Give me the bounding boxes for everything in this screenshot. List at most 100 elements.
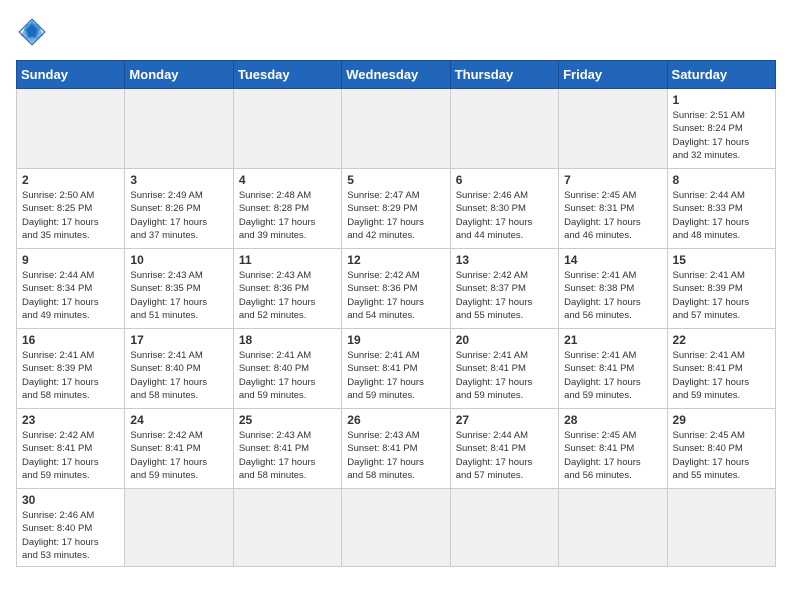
calendar-day-cell: 12 Sunrise: 2:42 AM Sunset: 8:36 PM Dayli… <box>342 249 450 329</box>
day-number: 3 <box>130 173 227 187</box>
day-number: 6 <box>456 173 553 187</box>
day-info: Sunrise: 2:45 AM Sunset: 8:31 PM Dayligh… <box>564 189 661 242</box>
day-number: 28 <box>564 413 661 427</box>
day-number: 14 <box>564 253 661 267</box>
day-header-friday: Friday <box>559 61 667 89</box>
day-number: 10 <box>130 253 227 267</box>
day-number: 12 <box>347 253 444 267</box>
calendar-day-cell: 4 Sunrise: 2:48 AM Sunset: 8:28 PM Daylig… <box>233 169 341 249</box>
day-number: 4 <box>239 173 336 187</box>
day-info: Sunrise: 2:46 AM Sunset: 8:40 PM Dayligh… <box>22 509 119 562</box>
day-info: Sunrise: 2:48 AM Sunset: 8:28 PM Dayligh… <box>239 189 336 242</box>
day-number: 21 <box>564 333 661 347</box>
calendar-day-cell: 3 Sunrise: 2:49 AM Sunset: 8:26 PM Daylig… <box>125 169 233 249</box>
day-info: Sunrise: 2:42 AM Sunset: 8:41 PM Dayligh… <box>130 429 227 482</box>
calendar-week-row: 1 Sunrise: 2:51 AM Sunset: 8:24 PM Daylig… <box>17 89 776 169</box>
calendar-day-cell <box>342 89 450 169</box>
day-number: 8 <box>673 173 770 187</box>
calendar-day-cell: 20Sunrise: 2:41 AM Sunset: 8:41 PM Dayli… <box>450 329 558 409</box>
calendar-day-cell: 21 Sunrise: 2:41 AM Sunset: 8:41 PM Dayli… <box>559 329 667 409</box>
day-header-monday: Monday <box>125 61 233 89</box>
day-number: 1 <box>673 93 770 107</box>
day-info: Sunrise: 2:45 AM Sunset: 8:41 PM Dayligh… <box>564 429 661 482</box>
day-number: 18 <box>239 333 336 347</box>
day-info: Sunrise: 2:44 AM Sunset: 8:34 PM Dayligh… <box>22 269 119 322</box>
day-info: Sunrise: 2:51 AM Sunset: 8:24 PM Dayligh… <box>673 109 770 162</box>
calendar-day-cell: 29 Sunrise: 2:45 AM Sunset: 8:40 PM Dayli… <box>667 409 775 489</box>
calendar-day-cell: 19 Sunrise: 2:41 AM Sunset: 8:41 PM Dayli… <box>342 329 450 409</box>
calendar-day-cell <box>125 89 233 169</box>
calendar-day-cell <box>667 489 775 567</box>
day-info: Sunrise: 2:46 AM Sunset: 8:30 PM Dayligh… <box>456 189 553 242</box>
day-info: Sunrise: 2:41 AM Sunset: 8:40 PM Dayligh… <box>130 349 227 402</box>
calendar-day-cell: 28 Sunrise: 2:45 AM Sunset: 8:41 PM Dayli… <box>559 409 667 489</box>
day-info: Sunrise: 2:41 AM Sunset: 8:38 PM Dayligh… <box>564 269 661 322</box>
day-info: Sunrise: 2:49 AM Sunset: 8:26 PM Dayligh… <box>130 189 227 242</box>
calendar-table: SundayMondayTuesdayWednesdayThursdayFrid… <box>16 60 776 567</box>
calendar-day-cell <box>559 89 667 169</box>
day-header-wednesday: Wednesday <box>342 61 450 89</box>
day-info: Sunrise: 2:41 AM Sunset: 8:39 PM Dayligh… <box>673 269 770 322</box>
calendar-day-cell: 7Sunrise: 2:45 AM Sunset: 8:31 PM Daylig… <box>559 169 667 249</box>
calendar-week-row: 30 Sunrise: 2:46 AM Sunset: 8:40 PM Dayli… <box>17 489 776 567</box>
day-info: Sunrise: 2:42 AM Sunset: 8:41 PM Dayligh… <box>22 429 119 482</box>
calendar-day-cell: 15 Sunrise: 2:41 AM Sunset: 8:39 PM Dayli… <box>667 249 775 329</box>
day-info: Sunrise: 2:41 AM Sunset: 8:39 PM Dayligh… <box>22 349 119 402</box>
calendar-day-cell <box>233 489 341 567</box>
day-info: Sunrise: 2:50 AM Sunset: 8:25 PM Dayligh… <box>22 189 119 242</box>
day-info: Sunrise: 2:41 AM Sunset: 8:41 PM Dayligh… <box>347 349 444 402</box>
header <box>16 16 776 48</box>
day-info: Sunrise: 2:42 AM Sunset: 8:36 PM Dayligh… <box>347 269 444 322</box>
day-header-tuesday: Tuesday <box>233 61 341 89</box>
page-container: SundayMondayTuesdayWednesdayThursdayFrid… <box>16 16 776 567</box>
day-number: 16 <box>22 333 119 347</box>
calendar-week-row: 16 Sunrise: 2:41 AM Sunset: 8:39 PM Dayli… <box>17 329 776 409</box>
calendar-day-cell <box>342 489 450 567</box>
calendar-day-cell: 22 Sunrise: 2:41 AM Sunset: 8:41 PM Dayli… <box>667 329 775 409</box>
calendar-day-cell <box>17 89 125 169</box>
day-info: Sunrise: 2:41 AM Sunset: 8:41 PM Dayligh… <box>564 349 661 402</box>
calendar-day-cell: 8 Sunrise: 2:44 AM Sunset: 8:33 PM Daylig… <box>667 169 775 249</box>
day-info: Sunrise: 2:43 AM Sunset: 8:41 PM Dayligh… <box>239 429 336 482</box>
calendar-day-cell: 5Sunrise: 2:47 AM Sunset: 8:29 PM Daylig… <box>342 169 450 249</box>
day-number: 23 <box>22 413 119 427</box>
logo-icon <box>16 16 48 48</box>
logo <box>16 16 52 48</box>
calendar-day-cell: 14 Sunrise: 2:41 AM Sunset: 8:38 PM Dayli… <box>559 249 667 329</box>
day-info: Sunrise: 2:43 AM Sunset: 8:35 PM Dayligh… <box>130 269 227 322</box>
day-number: 11 <box>239 253 336 267</box>
day-number: 2 <box>22 173 119 187</box>
day-header-saturday: Saturday <box>667 61 775 89</box>
day-number: 20 <box>456 333 553 347</box>
calendar-week-row: 9 Sunrise: 2:44 AM Sunset: 8:34 PM Daylig… <box>17 249 776 329</box>
calendar-day-cell: 10 Sunrise: 2:43 AM Sunset: 8:35 PM Dayli… <box>125 249 233 329</box>
day-number: 13 <box>456 253 553 267</box>
day-number: 29 <box>673 413 770 427</box>
calendar-day-cell: 13Sunrise: 2:42 AM Sunset: 8:37 PM Dayli… <box>450 249 558 329</box>
calendar-day-cell: 11 Sunrise: 2:43 AM Sunset: 8:36 PM Dayli… <box>233 249 341 329</box>
day-info: Sunrise: 2:44 AM Sunset: 8:33 PM Dayligh… <box>673 189 770 242</box>
day-number: 17 <box>130 333 227 347</box>
day-number: 19 <box>347 333 444 347</box>
calendar-day-cell: 1 Sunrise: 2:51 AM Sunset: 8:24 PM Daylig… <box>667 89 775 169</box>
day-number: 22 <box>673 333 770 347</box>
day-header-sunday: Sunday <box>17 61 125 89</box>
calendar-day-cell <box>125 489 233 567</box>
calendar-week-row: 2 Sunrise: 2:50 AM Sunset: 8:25 PM Daylig… <box>17 169 776 249</box>
day-info: Sunrise: 2:47 AM Sunset: 8:29 PM Dayligh… <box>347 189 444 242</box>
day-info: Sunrise: 2:43 AM Sunset: 8:36 PM Dayligh… <box>239 269 336 322</box>
day-number: 9 <box>22 253 119 267</box>
day-number: 15 <box>673 253 770 267</box>
calendar-day-cell: 17 Sunrise: 2:41 AM Sunset: 8:40 PM Dayli… <box>125 329 233 409</box>
day-info: Sunrise: 2:41 AM Sunset: 8:41 PM Dayligh… <box>673 349 770 402</box>
day-number: 30 <box>22 493 119 507</box>
calendar-day-cell: 30 Sunrise: 2:46 AM Sunset: 8:40 PM Dayli… <box>17 489 125 567</box>
calendar-day-cell: 27Sunrise: 2:44 AM Sunset: 8:41 PM Dayli… <box>450 409 558 489</box>
day-info: Sunrise: 2:44 AM Sunset: 8:41 PM Dayligh… <box>456 429 553 482</box>
calendar-day-cell <box>559 489 667 567</box>
day-info: Sunrise: 2:45 AM Sunset: 8:40 PM Dayligh… <box>673 429 770 482</box>
calendar-day-cell: 18Sunrise: 2:41 AM Sunset: 8:40 PM Dayli… <box>233 329 341 409</box>
calendar-day-cell: 25Sunrise: 2:43 AM Sunset: 8:41 PM Dayli… <box>233 409 341 489</box>
calendar-day-cell <box>450 89 558 169</box>
calendar-day-cell: 9 Sunrise: 2:44 AM Sunset: 8:34 PM Daylig… <box>17 249 125 329</box>
